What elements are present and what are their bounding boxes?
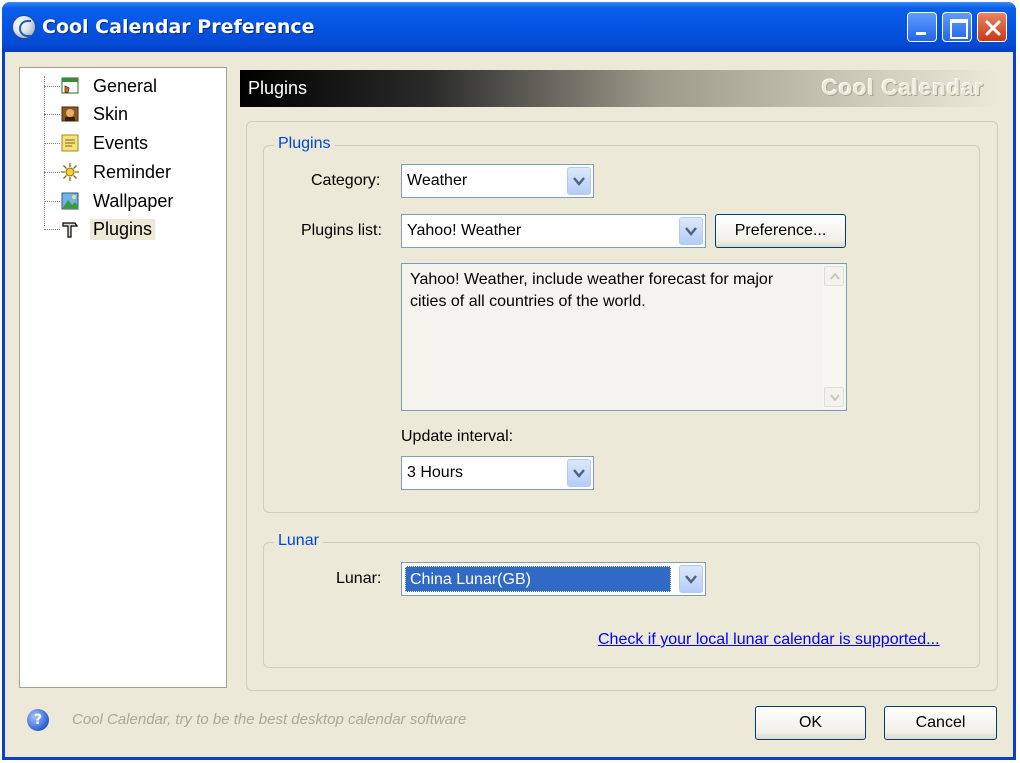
update-interval-dropdown-button[interactable] <box>567 459 591 487</box>
tree-item-general[interactable]: General <box>20 73 226 99</box>
section-header: Plugins Cool Calendar <box>240 70 996 107</box>
close-icon <box>985 20 1001 36</box>
plugins-list-dropdown-button[interactable] <box>679 217 703 245</box>
chevron-down-icon <box>573 469 585 478</box>
section-title: Plugins <box>248 78 308 98</box>
plugins-icon <box>62 222 79 238</box>
cancel-button[interactable]: Cancel <box>884 706 997 740</box>
reminder-icon <box>61 163 79 181</box>
tree-item-label: Skin <box>93 104 129 124</box>
plugins-group-title: Plugins <box>274 135 335 153</box>
app-icon <box>12 15 36 39</box>
update-interval-value: 3 Hours <box>407 464 464 481</box>
scroll-down-button[interactable] <box>824 387 844 407</box>
tree-item-label: General <box>93 76 158 96</box>
tree-item-label: Wallpaper <box>93 191 174 211</box>
footer-tagline: Cool Calendar, try to be the best deskto… <box>72 711 467 728</box>
plugins-list-dropdown[interactable]: Yahoo! Weather <box>401 214 706 248</box>
ok-button[interactable]: OK <box>755 706 866 740</box>
description-scrollbar[interactable] <box>823 265 845 409</box>
lunar-value: China Lunar(GB) <box>405 566 671 592</box>
chevron-down-icon <box>830 394 840 401</box>
skin-icon <box>61 106 79 122</box>
tree-item-label: Plugins <box>90 219 156 240</box>
category-dropdown-button[interactable] <box>567 167 591 195</box>
brand-logo-text: Cool Calendar <box>821 75 984 100</box>
tree-item-reminder[interactable]: Reminder <box>20 159 226 185</box>
tree-item-plugins[interactable]: Plugins <box>20 216 226 242</box>
plugins-list-label: Plugins list: <box>301 222 382 239</box>
plugin-description-text: Yahoo! Weather, include weather forecast… <box>410 271 774 310</box>
plugins-list-value: Yahoo! Weather <box>407 222 522 239</box>
plugin-description[interactable]: Yahoo! Weather, include weather forecast… <box>401 263 847 411</box>
category-tree[interactable]: General Skin Events Reminder Wallpaper P… <box>19 67 227 688</box>
events-icon <box>61 134 79 152</box>
category-label: Category: <box>311 172 381 189</box>
title-bar[interactable]: Cool Calendar Preference <box>2 2 1016 52</box>
lunar-group-title: Lunar <box>274 532 323 550</box>
preference-button[interactable]: Preference... <box>715 214 846 248</box>
category-dropdown[interactable]: Weather <box>401 164 594 198</box>
tree-item-events[interactable]: Events <box>20 130 226 156</box>
general-icon <box>61 77 79 94</box>
scroll-up-button[interactable] <box>824 266 844 286</box>
chevron-up-icon <box>830 273 840 280</box>
lunar-groupbox: Lunar <box>263 532 980 668</box>
lunar-dropdown[interactable]: China Lunar(GB) <box>401 562 706 596</box>
tree-item-label: Reminder <box>93 162 172 182</box>
help-icon[interactable]: ? <box>27 709 49 731</box>
lunar-dropdown-button[interactable] <box>679 565 703 593</box>
wallpaper-icon <box>61 192 79 210</box>
close-button[interactable] <box>977 12 1007 42</box>
window-title: Cool Calendar Preference <box>42 16 315 38</box>
chevron-down-icon <box>685 575 697 584</box>
update-interval-dropdown[interactable]: 3 Hours <box>401 456 594 490</box>
lunar-label: Lunar: <box>336 570 382 587</box>
category-value: Weather <box>407 172 468 189</box>
chevron-down-icon <box>685 227 697 236</box>
update-interval-label: Update interval: <box>401 428 514 445</box>
minimize-button[interactable] <box>907 12 937 42</box>
tree-item-label: Events <box>93 133 149 153</box>
tree-item-skin[interactable]: Skin <box>20 101 226 127</box>
chevron-down-icon <box>573 177 585 186</box>
maximize-button[interactable] <box>942 12 972 42</box>
check-lunar-support-link[interactable]: Check if your local lunar calendar is su… <box>598 631 940 649</box>
tree-item-wallpaper[interactable]: Wallpaper <box>20 188 226 214</box>
